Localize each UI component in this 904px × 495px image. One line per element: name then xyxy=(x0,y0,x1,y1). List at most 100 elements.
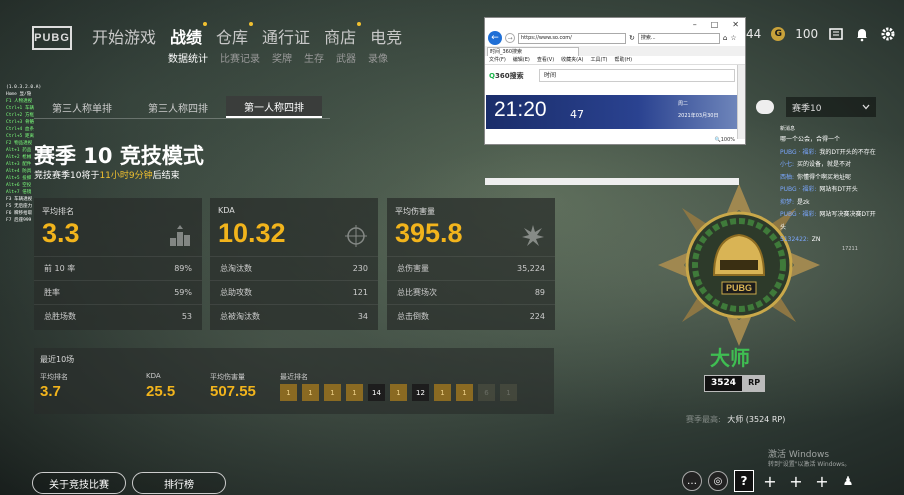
recent-rank-box[interactable]: 1 xyxy=(390,384,407,401)
browser-search-input[interactable]: 搜索... xyxy=(637,32,720,44)
recent-title: 最近10场 xyxy=(40,355,75,364)
zoom-level[interactable]: 🔍100% xyxy=(714,137,735,143)
browser-menu-bar: 文件(F) 编辑(E) 查看(V) 收藏夹(A) 工具(T) 帮助(H) xyxy=(485,56,745,65)
recent-rank-box[interactable]: 1 xyxy=(456,384,473,401)
debug-line: Ctrl+5 距离 xyxy=(6,134,34,139)
mode-tab-1[interactable]: 第三人称四排 xyxy=(130,96,226,118)
chat-sender[interactable]: 5132422: xyxy=(780,236,809,243)
subnav-item-1[interactable]: 比赛记录 xyxy=(220,50,260,65)
subnav-item-2[interactable]: 奖牌 xyxy=(272,50,292,65)
stat-card-value: 395.8 xyxy=(395,218,463,248)
recent-ranks-label: 最近排名 xyxy=(280,373,308,381)
chat-message: PUBG · 福彩: 网站写决赛决赛DT开头 xyxy=(780,209,876,234)
season-dropdown[interactable]: 赛季10 xyxy=(786,97,876,117)
about-ranked-button[interactable]: 关于竞技比赛 xyxy=(32,472,126,494)
add-friend-slot-1-icon[interactable]: + xyxy=(760,470,780,492)
mode-tabs: 第三人称单排 第三人称四排 第一人称四排 xyxy=(34,96,322,118)
crosshair-icon xyxy=(344,224,368,248)
pubg-logo[interactable]: PUBG xyxy=(32,26,72,50)
nav-item-2[interactable]: 仓库 xyxy=(216,22,254,48)
browser-tab-time[interactable]: 时间_360搜索 xyxy=(487,47,579,56)
clock-weekday: 周二 xyxy=(678,101,689,107)
minimize-icon[interactable]: – xyxy=(693,20,697,29)
stat-card-rows: 前 10 率 89% 胜率 59% 总胜场数 53 xyxy=(34,256,202,328)
bottom-toolbar: … ◎ ? + + + ♟ xyxy=(682,470,858,492)
nav-item-5[interactable]: 电竞 xyxy=(370,24,402,48)
compass-icon[interactable]: ◎ xyxy=(708,471,728,491)
chat-sender[interactable]: 小七: xyxy=(780,161,794,168)
browser-menu-item[interactable]: 工具(T) xyxy=(591,56,608,64)
stat-row: 总击倒数 224 xyxy=(387,304,555,328)
stat-row-value: 230 xyxy=(352,264,368,273)
url-input[interactable]: https://www.so.com/ xyxy=(518,32,626,44)
recent-rank-box[interactable]: 14 xyxy=(368,384,385,401)
toggle-switch[interactable] xyxy=(756,100,774,114)
refresh-icon[interactable]: ↻ xyxy=(629,34,635,42)
mode-tab-0[interactable]: 第三人称单排 xyxy=(34,96,130,118)
close-icon[interactable]: ✕ xyxy=(732,20,739,29)
news-icon[interactable] xyxy=(828,26,844,42)
vertical-scrollbar[interactable] xyxy=(737,65,745,139)
star-icon[interactable]: ☆ xyxy=(730,34,736,42)
stat-row-label: 总助攻数 xyxy=(220,288,252,297)
stat-row-value: 53 xyxy=(181,312,192,321)
browser-menu-item[interactable]: 查看(V) xyxy=(537,56,554,64)
nav-item-0[interactable]: 开始游戏 xyxy=(92,24,156,48)
so360-logo[interactable]: Q360搜索 xyxy=(489,71,524,81)
add-friend-slot-2-icon[interactable]: + xyxy=(786,470,806,492)
recent-rank-box[interactable]: 1 xyxy=(324,384,341,401)
help-icon[interactable]: ? xyxy=(734,470,754,492)
recent-rank-box[interactable]: 12 xyxy=(412,384,429,401)
bell-icon[interactable] xyxy=(854,26,870,42)
clock-time: 21:20 xyxy=(494,98,547,121)
recent-matches-panel: 最近10场 平均排名 3.7 KDA 25.5 平均伤害量 507.55 最近排… xyxy=(34,348,554,414)
nav-item-3[interactable]: 通行证 xyxy=(262,24,310,48)
browser-menu-item[interactable]: 收藏夹(A) xyxy=(561,56,583,64)
leaderboard-button[interactable]: 排行榜 xyxy=(132,472,226,494)
chat-sender[interactable]: 西柚: xyxy=(780,174,794,181)
maximize-icon[interactable]: □ xyxy=(711,20,719,29)
subnav-item-3[interactable]: 生存 xyxy=(304,50,324,65)
so360-search-input[interactable]: 时间 xyxy=(539,69,735,82)
gear-icon[interactable] xyxy=(880,26,896,42)
chat-sender[interactable]: PUBG · 福彩: xyxy=(780,149,816,156)
rank-points: 3524 xyxy=(704,375,744,392)
stat-row-label: 总伤害量 xyxy=(397,264,429,273)
nav-item-1[interactable]: 战绩 xyxy=(170,22,208,48)
browser-menu-item[interactable]: 编辑(E) xyxy=(513,56,530,64)
chat-sender[interactable]: PUBG · 福彩: xyxy=(780,186,816,193)
subnav-item-0[interactable]: 数据统计 xyxy=(168,50,208,65)
sub-nav: 数据统计 比赛记录 奖牌 生存 武器 录像 xyxy=(168,50,388,65)
recent-rank-box[interactable]: 6 xyxy=(478,384,495,401)
recent-dmg: 507.55 xyxy=(210,383,256,400)
friends-icon[interactable]: ♟ xyxy=(838,470,858,492)
nav-item-4[interactable]: 商店 xyxy=(324,22,362,48)
chat-sender[interactable]: PUBG · 福彩: xyxy=(780,211,816,218)
subnav-item-5[interactable]: 录像 xyxy=(368,50,388,65)
subnav-item-4[interactable]: 武器 xyxy=(336,50,356,65)
recent-rank-box[interactable]: 1 xyxy=(500,384,517,401)
stat-card-2: 平均伤害量 395.8 总伤害量 35,224 总比赛场次 89 总击倒数 224 xyxy=(387,198,555,330)
stat-row-value: 59% xyxy=(174,288,192,297)
browser-menu-item[interactable]: 文件(F) xyxy=(489,56,506,64)
season-best-label: 赛季最高: xyxy=(686,415,721,424)
browser-menu-item[interactable]: 帮助(H) xyxy=(614,56,632,64)
chat-text: ZN xyxy=(811,236,821,243)
chat-bubble-icon[interactable]: … xyxy=(682,471,702,491)
back-icon[interactable]: ← xyxy=(488,31,502,45)
mode-tab-2[interactable]: 第一人称四排 xyxy=(226,96,322,118)
home-icon[interactable]: ⌂ xyxy=(723,34,727,42)
explosion-icon xyxy=(521,224,545,248)
chat-sender[interactable]: 抑梦: xyxy=(780,199,794,206)
forward-icon[interactable]: → xyxy=(505,33,515,43)
chat-message: 西柚: 你懂得个啊买地址呢 xyxy=(780,172,876,185)
horizontal-scrollbar[interactable] xyxy=(485,178,739,185)
recent-rank-box[interactable]: 1 xyxy=(346,384,363,401)
clock-date: 2021年03月30日 xyxy=(678,113,719,119)
recent-rank-box[interactable]: 1 xyxy=(280,384,297,401)
add-friend-slot-3-icon[interactable]: + xyxy=(812,470,832,492)
tab-divider xyxy=(34,118,330,119)
recent-kda-label: KDA xyxy=(146,372,161,380)
recent-rank-box[interactable]: 1 xyxy=(302,384,319,401)
recent-rank-box[interactable]: 1 xyxy=(434,384,451,401)
